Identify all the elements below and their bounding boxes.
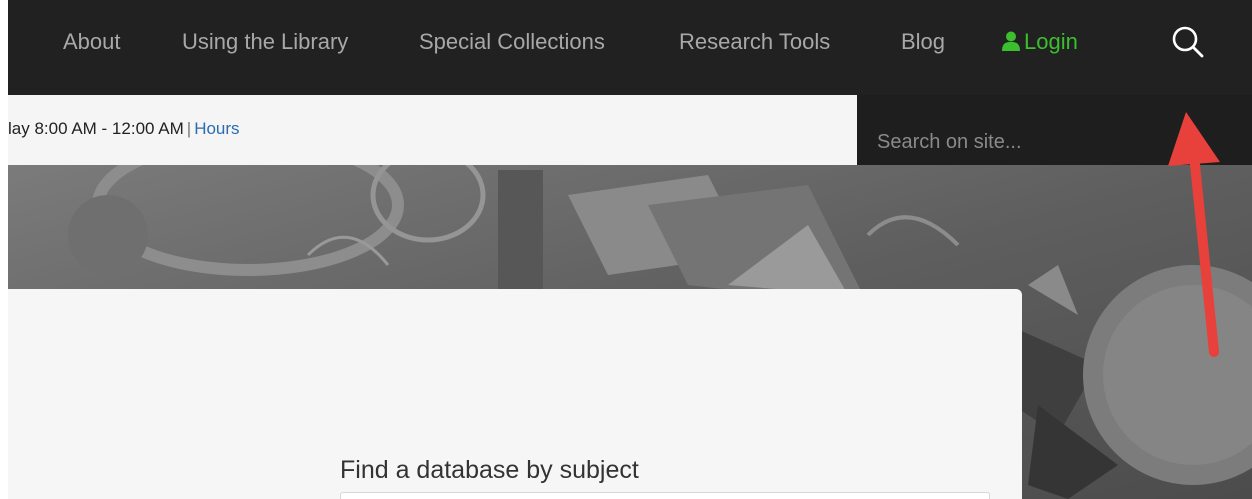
nav-item-about[interactable]: About xyxy=(63,27,121,57)
nav-item-research-tools[interactable]: Research Tools xyxy=(679,27,830,57)
search-toggle-button[interactable] xyxy=(1166,20,1212,66)
hours-time: lay 8:00 AM - 12:00 AM xyxy=(8,119,184,138)
hours-line: lay 8:00 AM - 12:00 AM | Hours xyxy=(8,119,240,139)
site-search-input[interactable] xyxy=(877,125,1147,159)
top-navigation: About Using the Library Special Collecti… xyxy=(8,0,1252,95)
user-icon xyxy=(1002,29,1020,59)
nav-item-blog[interactable]: Blog xyxy=(901,27,945,57)
hours-separator: | xyxy=(186,119,192,138)
annotation-arrow xyxy=(1168,112,1220,357)
subject-select[interactable] xyxy=(340,492,990,499)
find-database-heading: Find a database by subject xyxy=(340,456,639,484)
login-label: Login xyxy=(1024,29,1078,54)
hours-link[interactable]: Hours xyxy=(194,119,239,138)
nav-item-using-the-library[interactable]: Using the Library xyxy=(182,27,348,57)
search-icon xyxy=(1172,26,1204,58)
nav-item-special-collections[interactable]: Special Collections xyxy=(419,27,605,57)
database-search-card: Find a database by subject xyxy=(8,289,1022,499)
hours-bar: lay 8:00 AM - 12:00 AM | Hours xyxy=(8,95,857,165)
login-link[interactable]: Login xyxy=(1002,27,1078,57)
